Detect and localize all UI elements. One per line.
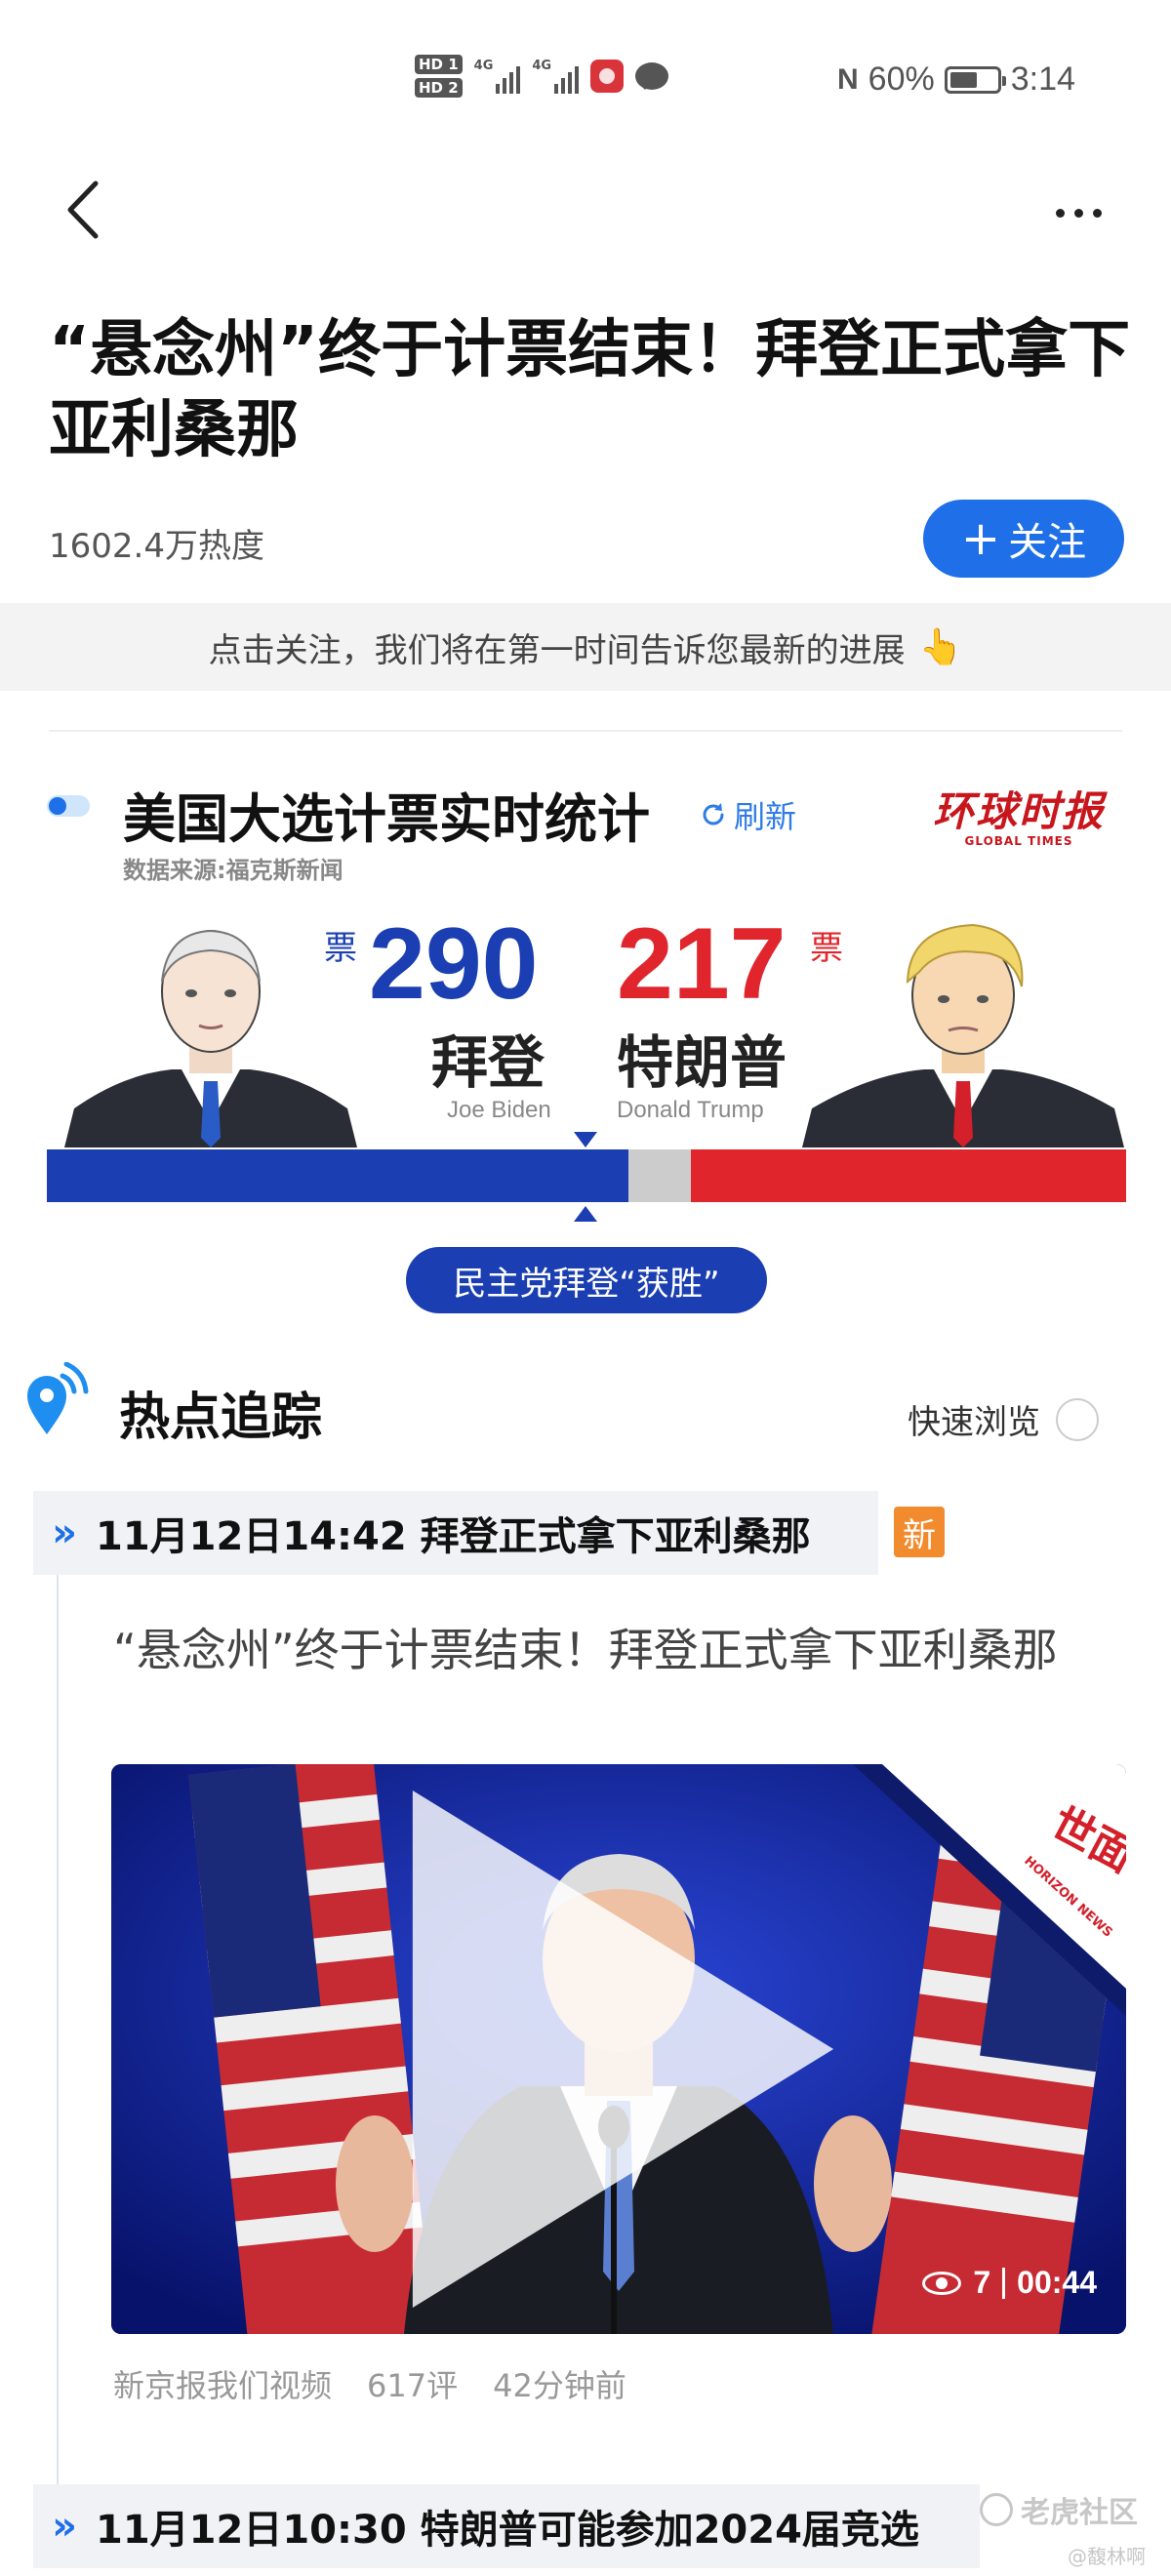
watermark-text: 老虎社区 [1021,2496,1138,2530]
sim2-hd-badge: HD 2 [415,78,463,98]
sim1-hd-badge: HD 1 [415,55,463,74]
majority-marker-top [574,1132,597,1147]
notice-text: 点击关注，我们将在第一时间告诉您最新的进展 [208,630,906,670]
page-title: “悬念州”终于计票结束！拜登正式拿下亚利桑那 [49,314,1131,466]
video-views: 7 [973,2265,991,2300]
data-source: 数据来源:福克斯新闻 [123,857,343,884]
net2-label: 4G [532,59,552,73]
status-bar: HD 1 HD 2 4G 4G N 60% 3:14 [0,0,1171,166]
divider [49,730,1122,732]
back-arrow-icon[interactable] [59,176,107,244]
play-icon[interactable] [111,1764,1126,2334]
net1-label: 4G [473,59,494,73]
video-player[interactable]: 世面 HORIZON NEWS 7 00:44 [111,1764,1126,2334]
watermark-logo-icon [980,2493,1013,2526]
refresh-icon [703,803,724,825]
global-times-logo: 环球时报 GLOBAL TIMES [921,779,1116,848]
watermark: 老虎社区 [980,2488,1138,2531]
pointing-hand-icon: 👆 [918,627,963,667]
battery-percent: 60% [868,60,935,98]
watermark-user: @馥林啊 [1068,2545,1146,2568]
signal-1-icon: 4G [474,59,521,94]
biden-portrait [64,929,357,1147]
video-stats: 7 00:44 [922,2265,1097,2301]
views-eye-icon [922,2271,962,2295]
heat-count: 1602.4万热度 [49,527,264,566]
quick-browse-label: 快速浏览 [908,1403,1040,1442]
publish-time: 42分钟前 [493,2367,626,2404]
trump-vote-unit: 票 [810,929,843,968]
clock: 3:14 [1010,60,1075,98]
signal-2-icon: 4G [532,59,580,94]
trump-name: 特朗普 [617,1029,787,1096]
sim-indicators: HD 1 HD 2 [415,55,463,98]
trump-portrait [802,923,1124,1147]
biden-vote-unit: 票 [324,929,357,968]
timeline-header-text: 11月12日10:30 特朗普可能参加2024届竞选 [96,2508,919,2553]
news-item-meta: 新京报我们视频 617评 42分钟前 [113,2361,626,2406]
biden-name-en: Joe Biden [447,1097,551,1123]
status-left: HD 1 HD 2 4G 4G [415,55,669,98]
timeline-header[interactable]: » 11月12日10:30 特朗普可能参加2024届竞选 [33,2484,980,2568]
timeline-header[interactable]: » 11月12日14:42 拜登正式拿下亚利桑那 [33,1491,878,1575]
plus-icon: + [960,511,1001,566]
follow-notice-banner[interactable]: 点击关注，我们将在第一时间告诉您最新的进展 👆 [0,603,1171,691]
status-right: N 60% 3:14 [837,60,1075,99]
widget-toggle-icon [47,795,90,817]
trump-bar [690,1149,1126,1202]
video-duration: 00:44 [1017,2265,1097,2300]
biden-votes: 290 [369,907,539,1021]
winner-badge: 民主党拜登“获胜” [406,1247,767,1313]
election-widget-title: 美国大选计票实时统计 [123,788,650,850]
refresh-label: 刷新 [734,798,797,835]
follow-label: 关注 [1008,520,1087,565]
trump-votes: 217 [617,907,787,1021]
trump-name-en: Donald Trump [617,1097,764,1123]
message-notification-icon [635,62,669,90]
double-chevron-icon: » [52,1510,77,1555]
notification-app-icon [590,60,625,93]
vote-progress-bar [47,1149,1126,1202]
comment-count[interactable]: 617评 [367,2361,458,2406]
timeline-header-text: 11月12日14:42 拜登正式拿下亚利桑那 [96,1514,811,1559]
news-item-title[interactable]: “悬念州”终于计票结束！拜登正式拿下亚利桑那 [113,1616,1128,1684]
biden-name: 拜登 [431,1029,545,1096]
logo-cn: 环球时报 [932,787,1105,835]
more-icon[interactable] [1056,193,1114,232]
hot-tracking-title: 热点追踪 [119,1389,323,1447]
double-chevron-icon: » [52,2504,77,2549]
timeline-line [57,1573,59,2490]
undecided-bar [628,1149,691,1202]
majority-marker-bottom [574,1206,597,1222]
refresh-button[interactable]: 刷新 [699,792,796,837]
follow-button[interactable]: + 关注 [923,500,1124,578]
location-pin-icon [27,1362,89,1434]
battery-icon [944,65,1006,94]
new-badge: 新 [894,1507,945,1557]
biden-bar [47,1149,629,1202]
stats-separator [1002,2267,1006,2299]
quick-browse-toggle[interactable]: 快速浏览 [908,1395,1099,1443]
news-source[interactable]: 新京报我们视频 [113,2361,332,2406]
quick-browse-radio[interactable] [1056,1397,1099,1441]
nfc-icon: N [837,62,859,96]
